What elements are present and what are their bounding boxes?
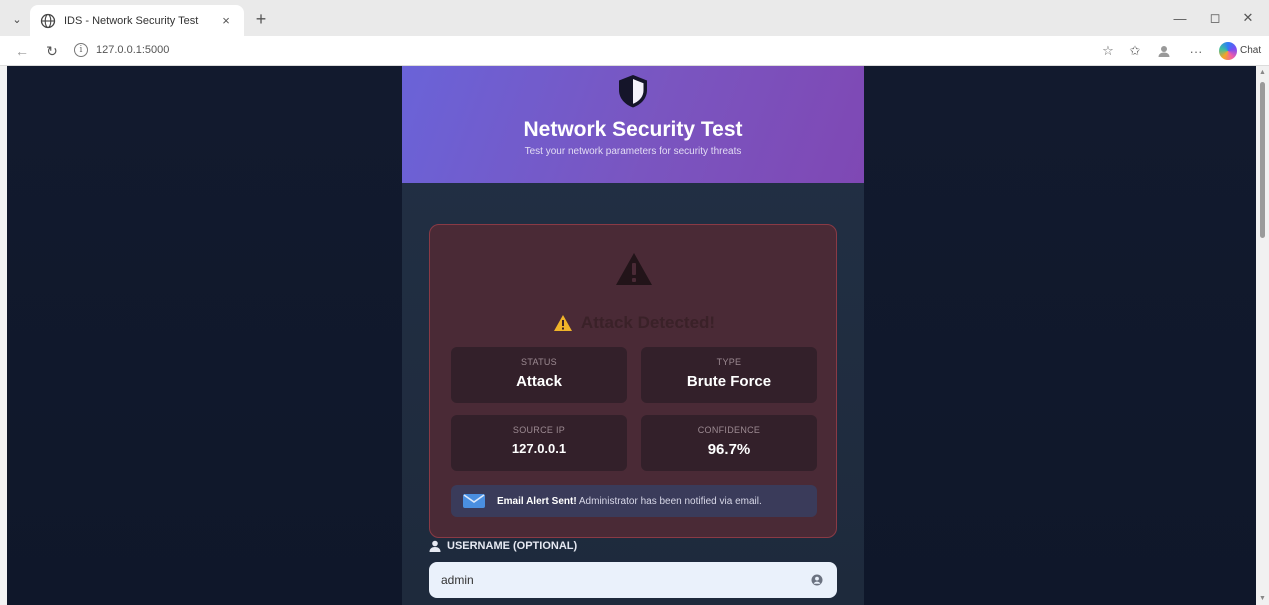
stat-value: 96.7% xyxy=(707,441,751,458)
tab-actions-icon[interactable]: ⌄ xyxy=(6,8,28,30)
site-info-icon[interactable]: i xyxy=(74,43,88,57)
scrollbar[interactable]: ▲ ▼ xyxy=(1256,66,1269,605)
stat-label: SOURCE IP xyxy=(512,425,566,435)
chat-label[interactable]: Chat xyxy=(1240,45,1261,56)
attack-alert-box: Attack Detected! STATUS Attack TYPE Brut… xyxy=(429,224,837,538)
scroll-thumb[interactable] xyxy=(1260,82,1265,238)
favorite-icon[interactable]: ☆ xyxy=(1099,42,1117,60)
stat-type: TYPE Brute Force xyxy=(641,347,817,403)
email-alert-banner: Email Alert Sent! Administrator has been… xyxy=(451,485,817,517)
tab-title: IDS - Network Security Test xyxy=(64,14,199,27)
alert-title: Attack Detected! xyxy=(580,313,716,332)
stat-value: Attack xyxy=(516,373,562,390)
refresh-icon[interactable]: ↻ xyxy=(42,41,62,61)
email-alert-text: Email Alert Sent! Administrator has been… xyxy=(497,496,762,507)
tab-close-icon[interactable]: × xyxy=(218,13,234,28)
shield-icon xyxy=(619,75,647,108)
stat-status: STATUS Attack xyxy=(451,347,627,403)
minimize-button[interactable]: — xyxy=(1165,6,1195,30)
browser-tab-bar: ⌄ IDS - Network Security Test × + — ◻ ✕ xyxy=(0,0,1269,36)
user-circle-icon xyxy=(811,574,823,586)
favorites-icon[interactable]: ✩ xyxy=(1126,42,1144,60)
scroll-down-icon[interactable]: ▼ xyxy=(1259,595,1266,602)
page-viewport: Network Security Test Test your network … xyxy=(7,66,1256,605)
globe-icon xyxy=(40,13,56,28)
username-label: USERNAME (OPTIONAL) xyxy=(447,540,578,552)
stat-confidence: CONFIDENCE 96.7% xyxy=(641,415,817,471)
close-window-button[interactable]: ✕ xyxy=(1233,6,1263,30)
user-icon xyxy=(429,540,441,552)
alert-warning-icon xyxy=(553,315,572,331)
stat-value: Brute Force xyxy=(686,373,772,390)
back-icon[interactable]: ← xyxy=(12,41,32,61)
new-tab-button[interactable]: + xyxy=(250,8,272,30)
url-field[interactable]: 127.0.0.1:5000 xyxy=(96,44,169,56)
security-test-card: Network Security Test Test your network … xyxy=(402,66,864,605)
warning-icon xyxy=(616,253,652,285)
address-bar: ← ↻ i 127.0.0.1:5000 ☆ ✩ ··· Chat xyxy=(0,36,1269,66)
stat-source-ip: SOURCE IP 127.0.0.1 xyxy=(451,415,627,471)
profile-icon[interactable] xyxy=(1155,42,1173,60)
stat-label: STATUS xyxy=(521,357,557,367)
more-icon[interactable]: ··· xyxy=(1187,42,1205,60)
stat-label: TYPE xyxy=(716,357,742,367)
maximize-button[interactable]: ◻ xyxy=(1200,6,1230,30)
browser-tab[interactable]: IDS - Network Security Test × xyxy=(30,5,244,36)
username-label-row: USERNAME (OPTIONAL) xyxy=(429,540,577,552)
email-alert-message: Administrator has been notified via emai… xyxy=(576,495,762,507)
stat-label: CONFIDENCE xyxy=(697,425,761,435)
card-header: Network Security Test Test your network … xyxy=(402,66,864,183)
stat-value: 127.0.0.1 xyxy=(511,441,567,456)
copilot-icon[interactable] xyxy=(1219,42,1237,60)
page-title: Network Security Test xyxy=(523,118,743,141)
envelope-icon xyxy=(463,494,485,508)
username-input[interactable] xyxy=(429,562,837,598)
email-alert-bold: Email Alert Sent! xyxy=(497,495,577,507)
page-subtitle: Test your network parameters for securit… xyxy=(524,146,742,157)
alert-title-row: Attack Detected! xyxy=(430,313,838,333)
scroll-up-icon[interactable]: ▲ xyxy=(1259,69,1266,76)
